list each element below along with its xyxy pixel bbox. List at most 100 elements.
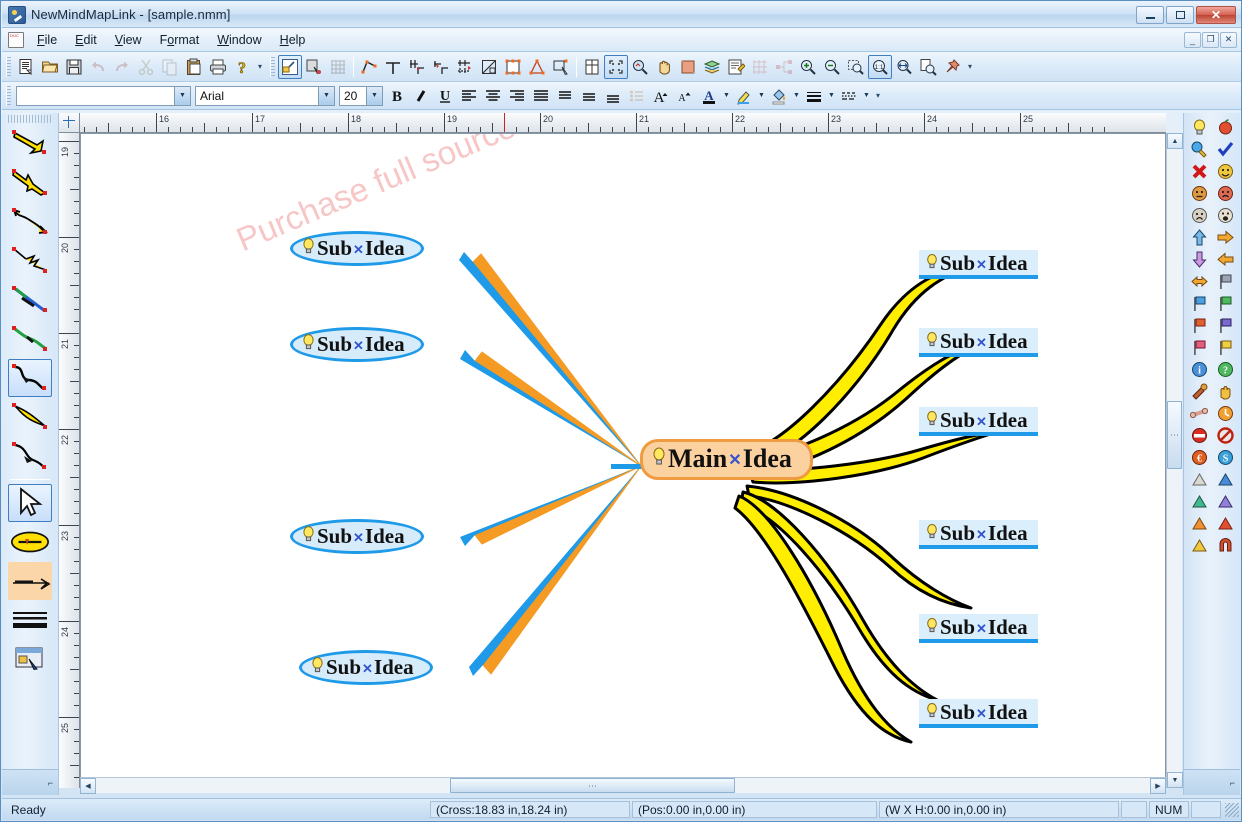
paste-button[interactable] [182,55,206,79]
fit-selection-button[interactable] [604,55,628,79]
marker-flag-green[interactable] [1213,293,1238,314]
align-corner-button[interactable] [405,55,429,79]
resize-handles-button[interactable] [501,55,525,79]
node-map-button[interactable] [772,55,796,79]
marker-lightbulb[interactable] [1187,117,1212,138]
marker-red-x[interactable] [1187,161,1212,182]
window-minimize-button[interactable] [1136,6,1164,24]
diagonal-line-button[interactable] [477,55,501,79]
line-weight-dropdown-arrow[interactable]: ▼ [826,84,837,108]
marker-arrow-up[interactable] [1187,227,1212,248]
marker-tri-purple[interactable] [1213,491,1238,512]
horizontal-ruler[interactable]: 1516171819202122232425 [80,113,1166,133]
vertical-scrollbar[interactable]: ▲ ▼ [1166,133,1182,788]
marker-bone[interactable] [1187,403,1212,424]
paint-bucket-button[interactable] [767,84,791,108]
ruler-corner-box[interactable] [59,113,80,133]
zoom-window-button[interactable] [844,55,868,79]
node-sub-idea-right-3[interactable]: Sub✕Idea [919,407,1038,436]
undo-button[interactable] [86,55,110,79]
marker-flag-gray[interactable] [1213,271,1238,292]
line-style-button[interactable] [837,84,861,108]
zoom-fit-page-button[interactable] [916,55,940,79]
marker-tri-blue[interactable] [1213,469,1238,490]
align-left-button[interactable] [457,84,481,108]
marker-neutral[interactable] [1187,183,1212,204]
tool-curve-s[interactable] [8,359,52,397]
open-file-button[interactable] [38,55,62,79]
pushpin-button[interactable] [940,55,964,79]
mdi-minimize-button[interactable]: _ [1184,32,1201,48]
align-right-button[interactable] [505,84,529,108]
marker-clock[interactable] [1213,403,1238,424]
node-sub-idea-left-1[interactable]: Sub✕Idea [290,231,424,266]
tool-arrow-curve[interactable] [8,203,52,241]
left-panel-footer[interactable]: ⌐ [2,769,58,795]
help-button[interactable]: ? [230,55,254,79]
marker-star-hand[interactable] [1213,381,1238,402]
node-sub-idea-right-5[interactable]: Sub✕Idea [919,614,1038,643]
toolbar-draw-overflow[interactable]: ▾ [964,55,976,79]
marker-arrow-down[interactable] [1187,249,1212,270]
bold-button[interactable]: B [385,84,409,108]
node-sub-idea-left-2[interactable]: Sub✕Idea [290,327,424,362]
marker-arrow-both[interactable] [1187,271,1212,292]
marker-shocked[interactable] [1213,205,1238,226]
menu-format[interactable]: Format [151,30,209,50]
scroll-left-button[interactable]: ◀ [80,778,96,794]
font-color-dropdown-arrow[interactable]: ▼ [721,84,732,108]
marker-tri-red[interactable] [1213,513,1238,534]
polyline-button[interactable] [357,55,381,79]
marker-flag-yellow[interactable] [1213,337,1238,358]
scroll-down-button[interactable]: ▼ [1167,772,1183,788]
line-style-dropdown-arrow[interactable]: ▼ [861,84,872,108]
horizontal-scrollbar[interactable]: ◀ ▶ [80,777,1166,793]
window-resize-grip[interactable] [1225,803,1239,817]
marker-flag-red[interactable] [1187,315,1212,336]
snap-grid-button[interactable] [748,55,772,79]
align-center-text-button[interactable] [481,84,505,108]
right-panel-footer[interactable]: ⌐ [1184,769,1240,795]
scroll-up-button[interactable]: ▲ [1167,133,1183,149]
marker-tri-yellow[interactable] [1187,535,1212,556]
zoom-tool-button[interactable] [628,55,652,79]
copy-button[interactable] [158,55,182,79]
marker-tri-green[interactable] [1187,491,1212,512]
node-sub-idea-right-1[interactable]: Sub✕Idea [919,250,1038,279]
node-sub-idea-right-4[interactable]: Sub✕Idea [919,520,1038,549]
marker-sad[interactable] [1187,205,1212,226]
marker-tools[interactable] [1187,381,1212,402]
grow-font-button[interactable]: A [649,84,673,108]
toolbar-grip-standard[interactable] [6,57,11,77]
window-maximize-button[interactable] [1166,6,1194,24]
tool-line-weights[interactable] [8,601,52,639]
marker-tri-gray[interactable] [1187,469,1212,490]
fill-color-dropdown-arrow[interactable]: ▼ [791,84,802,108]
marker-tri-orange[interactable] [1187,513,1212,534]
tool-arrow-taper[interactable] [8,398,52,436]
page-split-button[interactable] [580,55,604,79]
size-combo-arrow[interactable]: ▼ [366,87,382,105]
color-swatch-button[interactable] [676,55,700,79]
tool-arrow-double[interactable] [8,164,52,202]
marker-flag-blue[interactable] [1187,293,1212,314]
zoom-actual-button[interactable]: 1:1 [868,55,892,79]
vertical-scroll-thumb[interactable] [1167,401,1182,469]
tool-line-plain[interactable] [8,320,52,358]
horizontal-scroll-thumb[interactable] [450,778,735,793]
align-middle-button[interactable] [577,84,601,108]
toolbar-format-overflow[interactable]: ▾ [872,84,884,108]
toolbar-grip-format[interactable] [6,86,11,106]
marker-arrow-right[interactable] [1213,227,1238,248]
toolbar-standard-overflow[interactable]: ▾ [254,55,266,79]
mdi-close-button[interactable]: ✕ [1220,32,1237,48]
print-button[interactable] [206,55,230,79]
highlight-pen-button[interactable] [732,84,756,108]
zoom-fit-width-button[interactable] [892,55,916,79]
new-file-button[interactable] [14,55,38,79]
distribute-button[interactable] [453,55,477,79]
tool-pointer[interactable] [8,484,52,522]
tool-arrow-thick[interactable] [8,125,52,163]
align-justify-button[interactable] [529,84,553,108]
menu-file[interactable]: File [28,30,66,50]
